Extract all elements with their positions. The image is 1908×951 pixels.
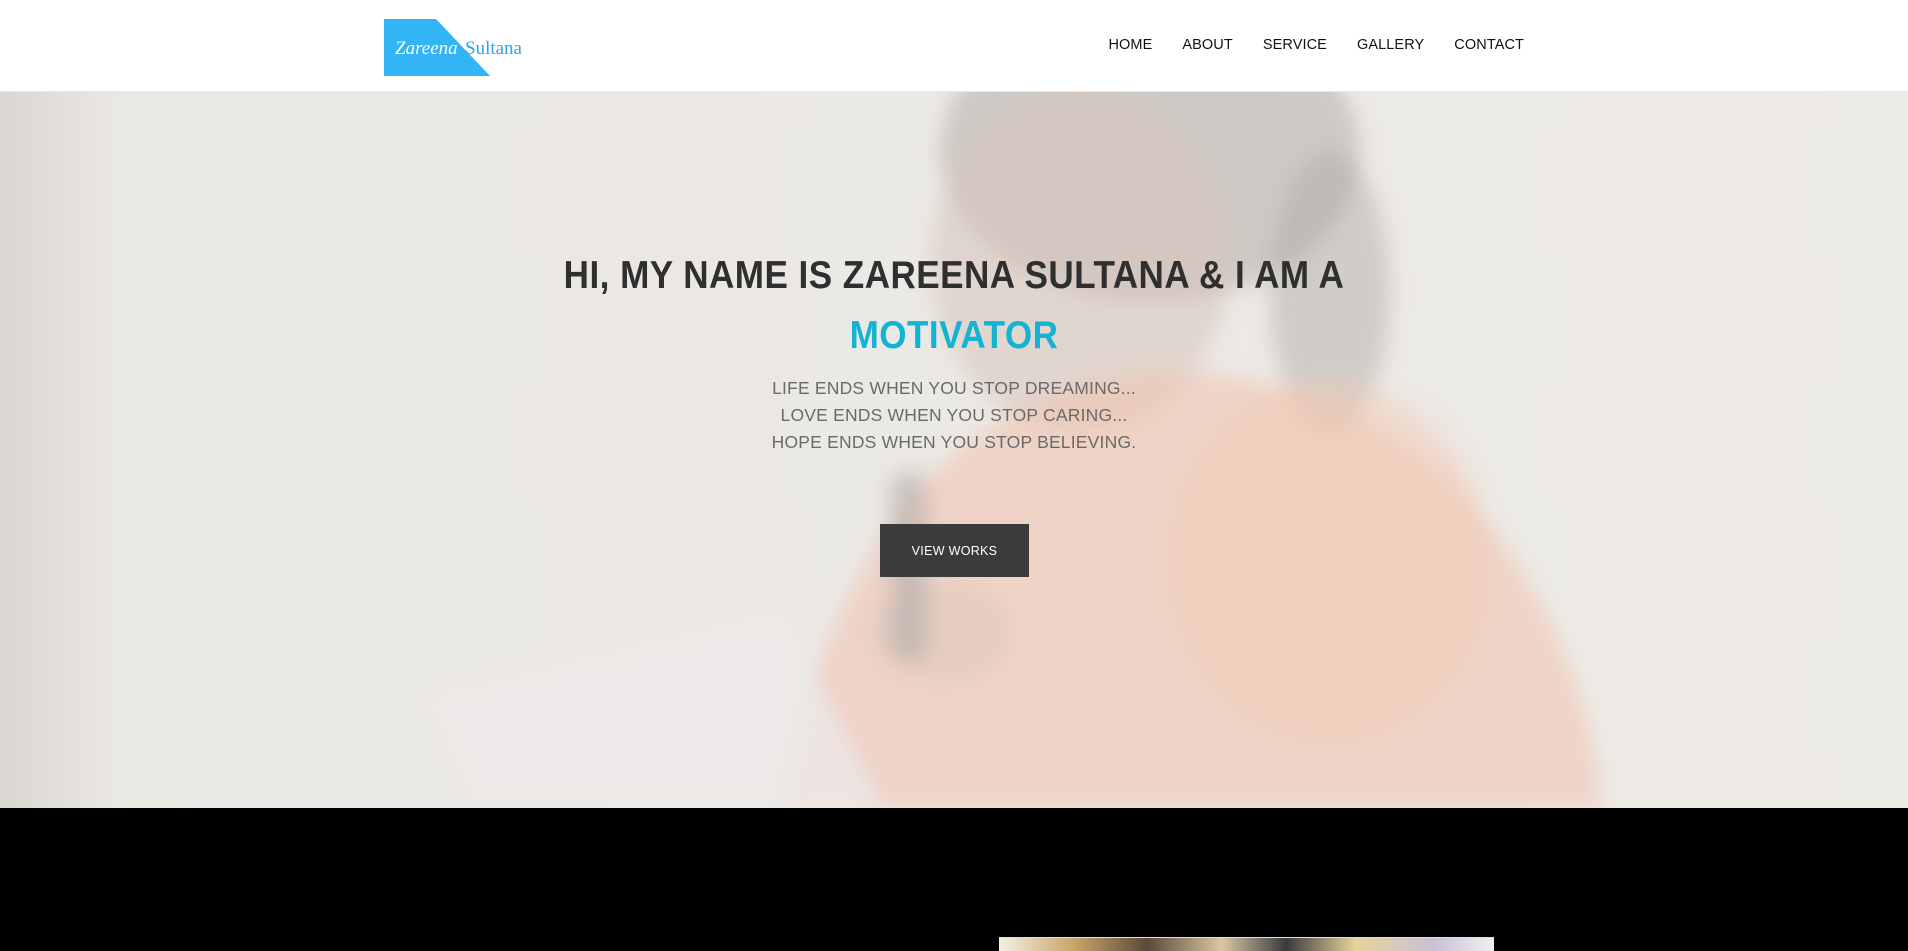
- hero-content: HI, MY NAME IS ZAREENA SULTANA & I AM A …: [0, 92, 1908, 808]
- nav-item-about[interactable]: ABOUT: [1182, 35, 1232, 55]
- hero-role: MOTIVATOR: [849, 314, 1059, 357]
- site-header: Zareena Sultana HOME ABOUT SERVICE GALLE…: [0, 0, 1908, 92]
- quote-line: LOVE ENDS WHEN YOU STOP CARING...: [780, 405, 1128, 425]
- logo-last-name: Sultana: [465, 38, 522, 59]
- logo-text: Zareena Sultana: [384, 37, 526, 61]
- hero-section: HI, MY NAME IS ZAREENA SULTANA & I AM A …: [0, 92, 1908, 808]
- nav-item-contact[interactable]: CONTACT: [1454, 35, 1524, 55]
- quote-line: HOPE ENDS WHEN YOU STOP BELIEVING.: [771, 432, 1137, 452]
- hero-headline: HI, MY NAME IS ZAREENA SULTANA & I AM A: [563, 254, 1345, 297]
- site-logo[interactable]: Zareena Sultana: [384, 19, 526, 76]
- view-works-button[interactable]: VIEW WORKS: [880, 524, 1029, 577]
- nav-item-service[interactable]: SERVICE: [1263, 35, 1327, 55]
- nav-item-gallery[interactable]: GALLERY: [1357, 35, 1424, 55]
- main-nav: HOME ABOUT SERVICE GALLERY CONTACT: [1108, 35, 1524, 55]
- quote-line: LIFE ENDS WHEN YOU STOP DREAMING...: [772, 378, 1136, 398]
- dark-section: [0, 808, 1908, 951]
- nav-item-home[interactable]: HOME: [1108, 35, 1152, 55]
- gallery-image: [999, 937, 1494, 951]
- hero-quotes: LIFE ENDS WHEN YOU STOP DREAMING... LOVE…: [0, 375, 1908, 456]
- logo-first-name: Zareena: [395, 38, 458, 59]
